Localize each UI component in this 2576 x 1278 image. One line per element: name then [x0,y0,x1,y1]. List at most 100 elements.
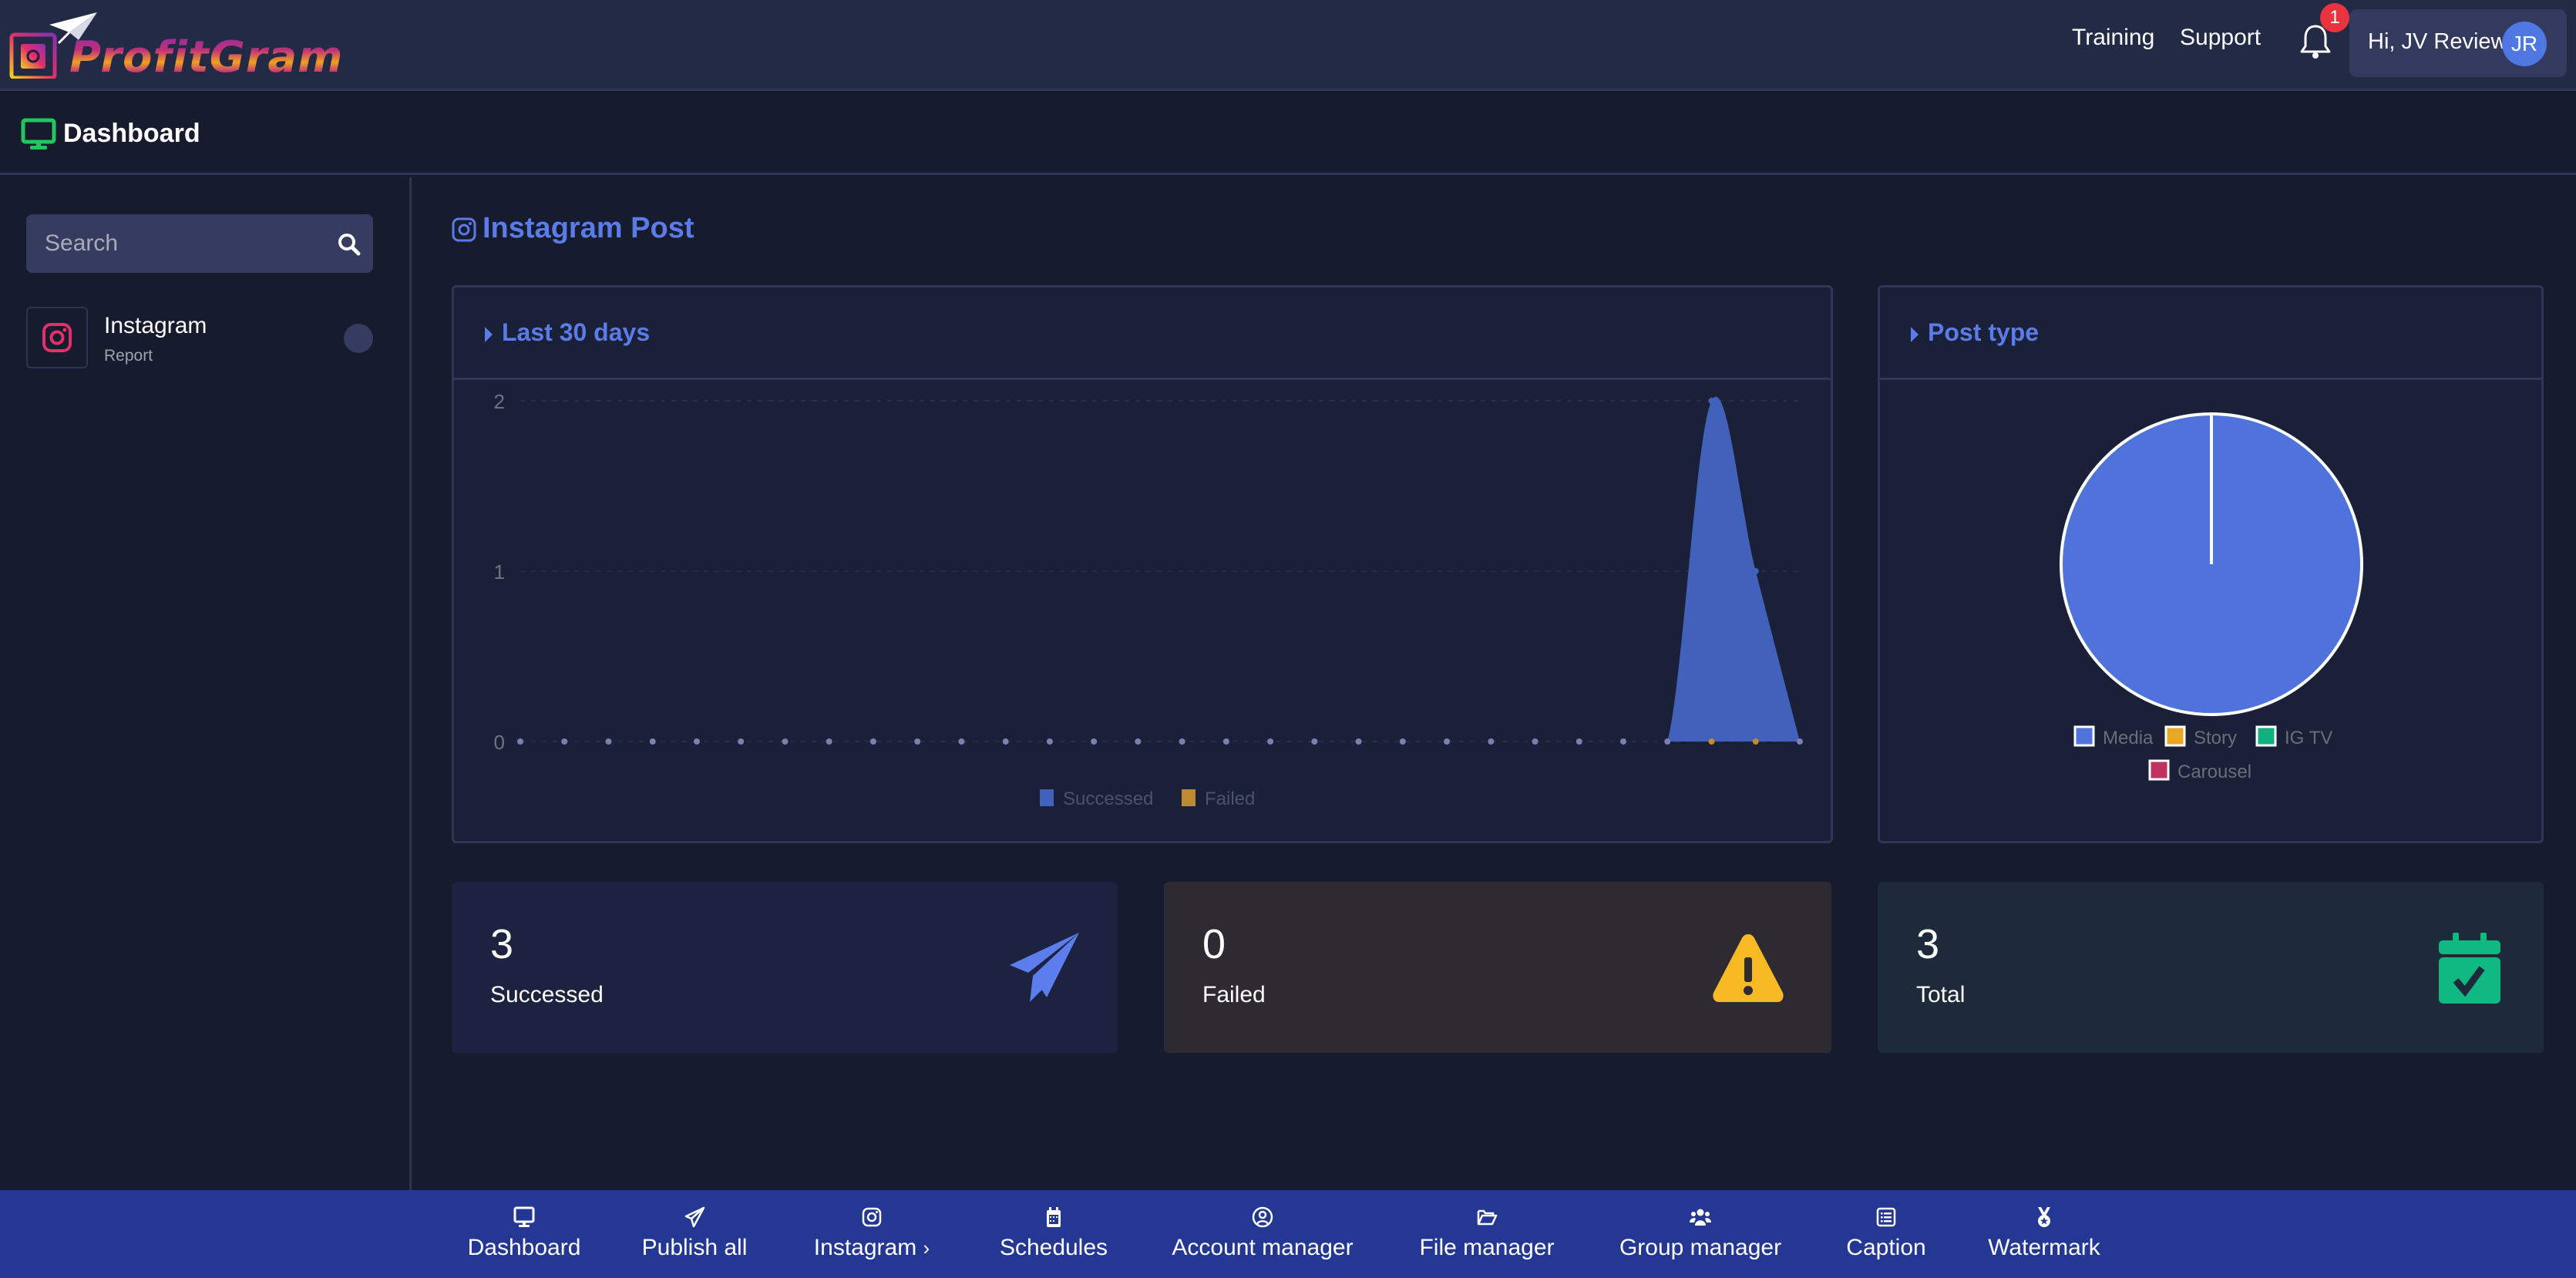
nav-label: Schedules [999,1235,1108,1260]
data-point [1267,738,1274,745]
nav-schedules[interactable]: Schedules [996,1206,1111,1270]
data-point [1135,738,1142,745]
instagram-icon [42,323,72,352]
data-point [1002,738,1009,745]
data-point [1664,738,1671,745]
monitor-icon [513,1206,535,1227]
nav-instagram[interactable]: Instagram › [802,1206,942,1270]
legend-swatch [2073,725,2095,747]
data-point [1708,738,1715,745]
caret-right-icon [485,327,493,342]
nav-dashboard[interactable]: Dashboard [464,1206,584,1270]
data-point [826,738,832,745]
nav-label: Dashboard [467,1235,581,1260]
legend-label: Failed [1205,789,1255,809]
user-menu[interactable]: Hi, JV Review JR [2349,9,2567,77]
search-input[interactable] [26,214,319,273]
y-tick-label: 2 [494,390,505,413]
monitor-icon [21,118,56,150]
y-tick-label: 0 [494,731,505,754]
legend-swatch [1040,789,1054,806]
warning-icon [1713,934,1784,1002]
medal-icon [2038,1207,2050,1227]
data-point [1620,738,1627,745]
paper-plane-icon [684,1206,705,1228]
nav-caption[interactable]: Caption [1842,1206,1930,1270]
legend-label: IG TV [2285,728,2332,748]
search-box [26,214,373,273]
brand-name: ProfitGram [69,32,344,82]
nav-watermark[interactable]: Watermark [1982,1206,2106,1270]
legend-swatch [1182,789,1196,806]
area-chart: 0 1 2 Successed Failed [494,390,1803,809]
post-type-card: Post type Media Story IG TV Carousel [1878,285,2544,843]
data-point [1355,738,1362,745]
data-point [1708,398,1715,404]
instagram-icon [862,1207,882,1227]
stat-label: Successed [490,982,604,1007]
folder-open-icon [1477,1209,1498,1226]
card-header[interactable]: Post type [1880,288,2541,380]
nav-label: Group manager [1619,1235,1782,1260]
avatar: JR [2502,22,2547,66]
nav-file-manager[interactable]: File manager [1415,1206,1559,1270]
nav-group-manager[interactable]: Group manager [1613,1206,1788,1270]
sidebar: Instagram Report [0,177,412,1190]
training-link[interactable]: Training [2072,25,2154,51]
data-point [782,738,789,745]
user-greeting: Hi, JV Review [2368,29,2507,54]
data-point [1797,738,1803,745]
data-point [1576,738,1582,745]
nav-label: Watermark [1988,1235,2100,1260]
nav-label: Caption [1846,1235,1926,1260]
legend-swatch [2255,725,2277,747]
support-link[interactable]: Support [2180,25,2261,51]
data-point [605,738,612,745]
stat-value: 0 [1202,921,1226,967]
calendar-icon [1047,1207,1061,1227]
data-point [517,738,523,745]
stat-label: Total [1916,982,1966,1007]
data-point [1222,738,1229,745]
stat-value: 3 [1916,921,1940,967]
section-title: Instagram Post [483,212,694,244]
user-circle-icon [1252,1206,1273,1228]
data-point [1179,738,1185,745]
y-tick-label: 1 [494,560,505,584]
data-point [1046,738,1053,745]
paper-plane-icon [1010,933,1079,1002]
data-point [914,738,921,745]
top-navbar: ProfitGram Training Support 1 Hi, JV Rev… [0,0,2576,91]
legend-label: Story [2194,728,2237,748]
legend-swatch [2148,759,2170,781]
account-status-indicator [344,324,373,353]
nav-label: File manager [1419,1235,1555,1260]
data-point [958,738,965,745]
data-point [738,738,745,745]
nav-publish-all[interactable]: Publish all [638,1206,751,1270]
data-point [649,738,656,745]
caret-right-icon [1911,327,1919,342]
legend-label: Media [2103,728,2154,748]
brand-logo[interactable]: ProfitGram [8,9,342,82]
pie-chart: Media Story IG TV Carousel [2060,412,2363,782]
nav-account-manager[interactable]: Account manager [1162,1206,1363,1270]
data-point [869,738,876,745]
instagram-icon [452,217,476,242]
legend-label: Carousel [2177,762,2251,782]
notification-badge: 1 [2320,3,2349,32]
legend-label: Successed [1063,789,1153,809]
bottom-nav: Dashboard Publish all Instagram › Schedu… [0,1190,2576,1278]
search-icon[interactable] [338,233,361,256]
data-point [1752,568,1759,574]
stat-label: Failed [1202,982,1266,1007]
nav-label: Instagram › [802,1235,942,1261]
data-point [1091,738,1098,745]
page-header: Dashboard [0,93,2576,175]
account-item-instagram[interactable]: Instagram Report [26,307,373,368]
page-title: Dashboard [63,119,200,148]
account-icon-box [26,307,88,368]
stat-card-successed: 3 Successed [452,882,1118,1053]
card-header[interactable]: Last 30 days [454,288,1831,380]
account-subtitle: Report [104,347,153,365]
